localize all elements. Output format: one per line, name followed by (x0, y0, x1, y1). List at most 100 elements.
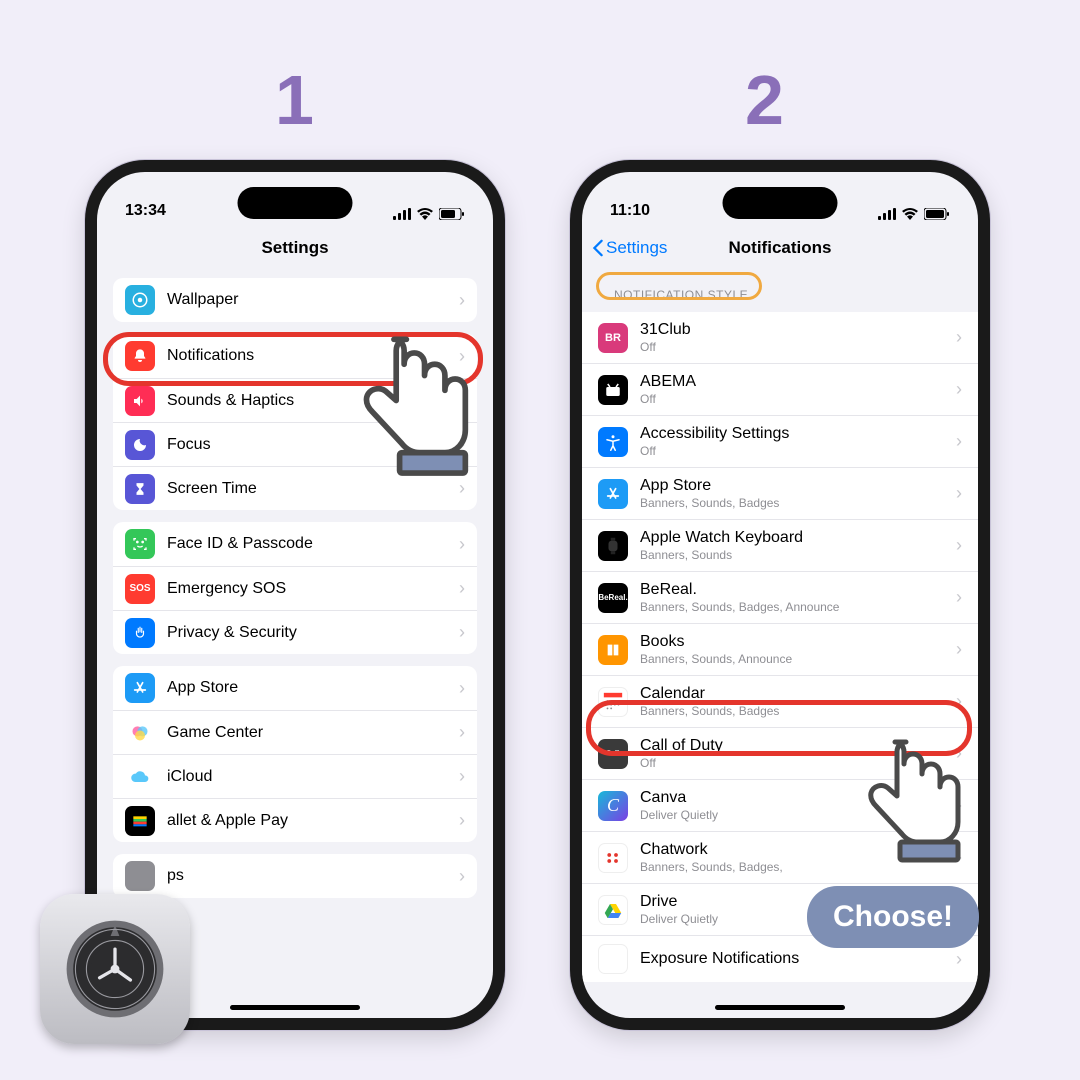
chevron-right-icon: › (956, 379, 962, 400)
face-icon (125, 529, 155, 559)
cellular-icon (393, 208, 411, 220)
app-icon-canva: C (598, 791, 628, 821)
settings-row-appstore[interactable]: App Store › (113, 666, 477, 710)
nav-back-button[interactable]: Settings (592, 238, 667, 258)
section-header-style: NOTIFICATION STYLE (582, 270, 978, 308)
app-row-31club[interactable]: BR 31ClubOff › (582, 312, 978, 363)
settings-row-faceid[interactable]: Face ID & Passcode › (113, 522, 477, 566)
gear-icon (60, 914, 170, 1024)
row-label: Privacy & Security (167, 623, 459, 643)
settings-app-icon (40, 894, 190, 1044)
settings-row-wallpaper[interactable]: Wallpaper › (113, 278, 477, 322)
status-icons (393, 208, 465, 220)
chevron-right-icon: › (956, 535, 962, 556)
chevron-right-icon: › (459, 810, 465, 831)
status-time: 13:34 (125, 202, 166, 220)
chevron-right-icon: › (956, 483, 962, 504)
chevron-right-icon: › (459, 866, 465, 887)
nav-title: Settings (261, 238, 328, 258)
nav-title: Notifications (729, 238, 832, 258)
app-sub: Banners, Sounds, Announce (640, 652, 956, 667)
app-icon-watchkeyboard (598, 531, 628, 561)
app-sub: Banners, Sounds, Badges, Announce (640, 600, 956, 615)
app-row-appstore[interactable]: App StoreBanners, Sounds, Badges › (582, 467, 978, 519)
dynamic-island (238, 187, 353, 219)
app-title: Exposure Notifications (640, 949, 956, 969)
status-icons (878, 208, 950, 220)
settings-row-wallet[interactable]: allet & Apple Pay › (113, 798, 477, 842)
row-label: iCloud (167, 767, 459, 787)
settings-group-4: App Store › Game Center › iCloud › (113, 666, 477, 842)
chevron-right-icon: › (459, 766, 465, 787)
step-label-2: 2 (745, 60, 784, 140)
wifi-icon (902, 208, 918, 220)
generic-icon (125, 861, 155, 891)
phone-screen-1: 13:34 Settings Wallpaper › (97, 172, 493, 1018)
cellular-icon (878, 208, 896, 220)
row-label: Game Center (167, 723, 459, 743)
app-title: App Store (640, 476, 956, 496)
settings-row-sos[interactable]: SOS Emergency SOS › (113, 566, 477, 610)
row-label: Wallpaper (167, 290, 459, 310)
app-sub: Banners, Sounds, Badges (640, 496, 956, 511)
app-row-calendar[interactable]: CalendarBanners, Sounds, Badges › (582, 675, 978, 727)
row-label: allet & Apple Pay (167, 811, 459, 831)
app-title: ABEMA (640, 372, 956, 392)
app-icon-31club: BR (598, 323, 628, 353)
settings-group-5-partial: ps › (113, 854, 477, 898)
chevron-right-icon: › (956, 639, 962, 660)
row-label: ps (167, 866, 459, 886)
chevron-right-icon: › (956, 431, 962, 452)
settings-group-wallpaper: Wallpaper › (113, 278, 477, 322)
chevron-right-icon: › (956, 327, 962, 348)
chevron-right-icon: › (956, 949, 962, 970)
settings-row-privacy[interactable]: Privacy & Security › (113, 610, 477, 654)
app-icon-abema (598, 375, 628, 405)
app-title: Books (640, 632, 956, 652)
chevron-right-icon: › (459, 578, 465, 599)
app-title: Calendar (640, 684, 956, 704)
wallpaper-icon (125, 285, 155, 315)
hand-cursor-1 (350, 328, 490, 498)
hand-cursor-2 (848, 732, 988, 882)
settings-row-partial[interactable]: ps › (113, 854, 477, 898)
bell-icon (125, 341, 155, 371)
app-row-abema[interactable]: ABEMAOff › (582, 363, 978, 415)
app-icon-appstore (598, 479, 628, 509)
app-icon-chatwork (598, 843, 628, 873)
settings-row-icloud[interactable]: iCloud › (113, 754, 477, 798)
app-sub: Off (640, 392, 956, 407)
settings-row-gamecenter[interactable]: Game Center › (113, 710, 477, 754)
chevron-left-icon (592, 239, 604, 257)
app-row-watchkeyboard[interactable]: Apple Watch KeyboardBanners, Sounds › (582, 519, 978, 571)
app-icon-bereal: BeReal. (598, 583, 628, 613)
row-label: App Store (167, 678, 459, 698)
app-icon-calendar (598, 687, 628, 717)
app-row-accessibility[interactable]: Accessibility SettingsOff › (582, 415, 978, 467)
chevron-right-icon: › (459, 678, 465, 699)
sound-icon (125, 386, 155, 416)
app-sub: Off (640, 340, 956, 355)
battery-icon (439, 208, 465, 220)
dynamic-island (723, 187, 838, 219)
app-sub: Banners, Sounds (640, 548, 956, 563)
gamecenter-icon (125, 718, 155, 748)
step-label-1: 1 (275, 60, 314, 140)
chevron-right-icon: › (459, 622, 465, 643)
hourglass-icon (125, 474, 155, 504)
wifi-icon (417, 208, 433, 220)
app-icon-drive (598, 895, 628, 925)
nav-back-label: Settings (606, 238, 667, 258)
hand-icon (125, 618, 155, 648)
wallet-icon (125, 806, 155, 836)
app-sub: Off (640, 444, 956, 459)
app-title: BeReal. (640, 580, 956, 600)
app-row-bereal[interactable]: BeReal. BeReal.Banners, Sounds, Badges, … (582, 571, 978, 623)
appstore-icon (125, 673, 155, 703)
nav-bar: Settings (97, 226, 493, 270)
app-title: Apple Watch Keyboard (640, 528, 956, 548)
app-title: Accessibility Settings (640, 424, 956, 444)
status-time: 11:10 (610, 202, 650, 220)
chevron-right-icon: › (459, 722, 465, 743)
app-row-books[interactable]: BooksBanners, Sounds, Announce › (582, 623, 978, 675)
